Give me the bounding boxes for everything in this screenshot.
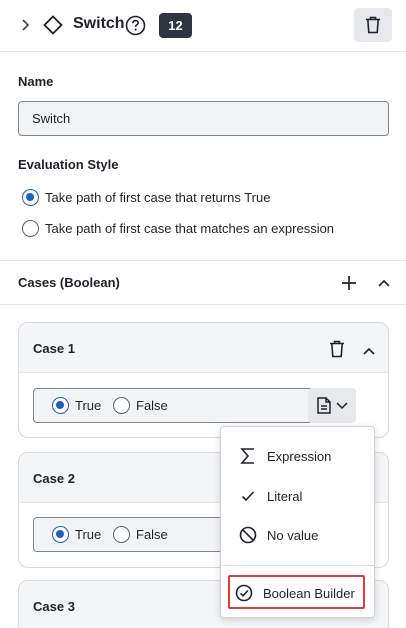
menu-item-expression[interactable]: Expression (221, 438, 374, 474)
case-title: Case 1 (33, 341, 75, 356)
false-option[interactable]: False (113, 397, 168, 414)
diamond-icon (43, 15, 63, 35)
radio-selected-icon[interactable] (52, 397, 69, 414)
check-icon (237, 485, 259, 507)
delete-button[interactable] (354, 8, 392, 42)
trash-icon (366, 16, 380, 34)
menu-item-label: No value (267, 527, 319, 543)
false-label: False (136, 398, 168, 413)
case-header[interactable]: Case 1 (19, 323, 388, 373)
menu-item-no-value[interactable]: No value (221, 517, 374, 553)
chevron-up-icon[interactable] (377, 276, 391, 290)
no-value-icon (237, 524, 259, 546)
sigma-icon (237, 445, 259, 467)
eval-option-expression[interactable]: Take path of first case that matches an … (22, 220, 334, 237)
menu-item-label: Expression (267, 448, 332, 464)
header: Switch 12 (0, 0, 406, 52)
case-title: Case 2 (33, 471, 75, 486)
eval-option-label: Take path of first case that returns Tru… (45, 190, 271, 205)
menu-item-literal[interactable]: Literal (221, 478, 374, 514)
value-mode-button[interactable] (308, 388, 356, 423)
true-label: True (75, 527, 102, 542)
menu-item-label: Boolean Builder (263, 585, 355, 601)
radio-icon[interactable] (22, 220, 39, 237)
document-icon (317, 397, 331, 414)
page-title: Switch (73, 15, 125, 32)
trash-icon[interactable] (329, 340, 345, 358)
chevron-down-icon (336, 402, 348, 410)
menu-divider (221, 565, 374, 566)
boolean-toggle: True False (33, 388, 319, 423)
radio-icon[interactable] (113, 397, 130, 414)
cases-section-header: Cases (Boolean) (0, 260, 406, 305)
true-option[interactable]: True (52, 526, 101, 543)
count-badge: 12 (159, 13, 192, 38)
true-label: True (75, 398, 102, 413)
help-icon[interactable] (125, 15, 146, 36)
menu-item-label: Literal (267, 488, 303, 504)
eval-option-true[interactable]: Take path of first case that returns Tru… (22, 189, 270, 206)
false-label: False (136, 527, 168, 542)
name-input[interactable] (18, 101, 389, 136)
check-circle-icon (233, 582, 255, 604)
name-label: Name (18, 74, 54, 89)
radio-selected-icon[interactable] (22, 189, 39, 206)
case-title: Case 3 (33, 599, 75, 614)
value-mode-menu: Expression Literal No value Boolean Buil… (220, 426, 375, 618)
radio-selected-icon[interactable] (52, 526, 69, 543)
cases-title: Cases (Boolean) (18, 275, 120, 290)
radio-icon[interactable] (113, 526, 130, 543)
chevron-right-icon[interactable] (18, 17, 34, 33)
chevron-up-icon[interactable] (362, 344, 376, 358)
false-option[interactable]: False (113, 526, 168, 543)
menu-item-boolean-builder[interactable]: Boolean Builder (221, 575, 374, 611)
true-option[interactable]: True (52, 397, 101, 414)
evaluation-style-label: Evaluation Style (18, 157, 119, 172)
eval-option-label: Take path of first case that matches an … (45, 221, 335, 236)
add-case-icon[interactable] (340, 274, 358, 292)
